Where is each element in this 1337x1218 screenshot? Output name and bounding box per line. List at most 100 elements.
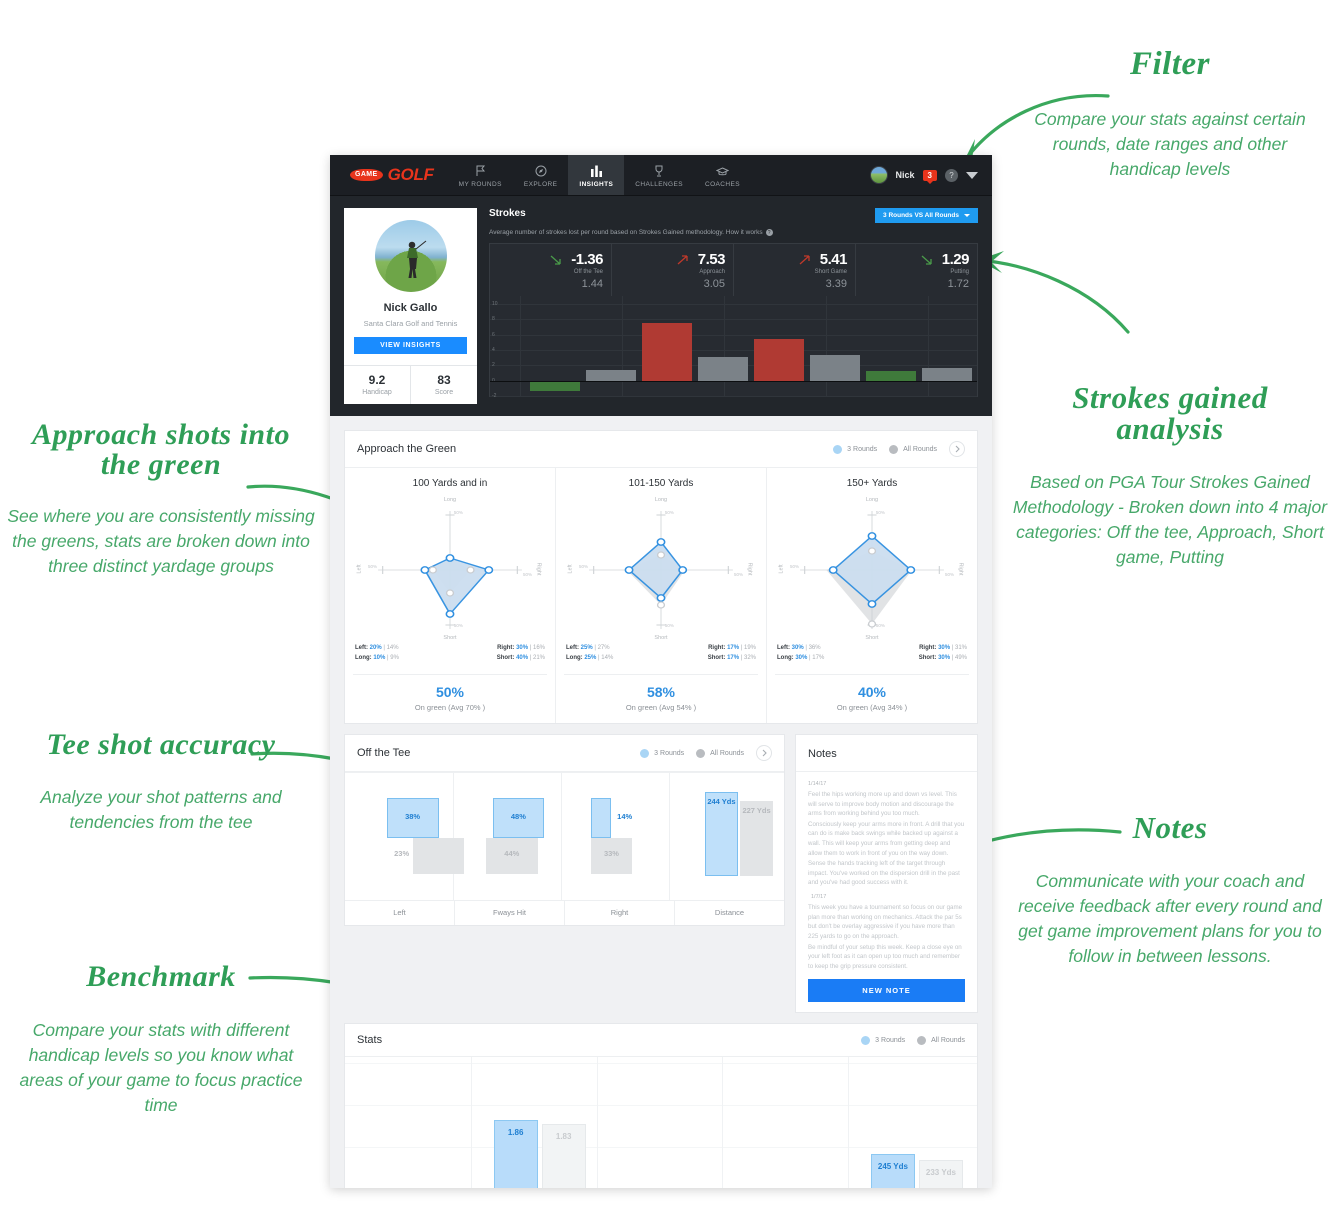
- annotation-approach-shots: Approach shots into the green See where …: [0, 420, 322, 579]
- radar-tick-bottom: 50%: [664, 623, 674, 628]
- stat-sep: |: [740, 655, 743, 661]
- approach-column-title: 150+ Yards: [846, 478, 898, 489]
- radar-label-short: Short: [654, 635, 668, 641]
- ott-bar-left-3rounds-label: 38%: [405, 812, 421, 821]
- stat-value-all: 36%: [808, 645, 821, 651]
- notification-badge[interactable]: 3: [922, 169, 937, 184]
- approach-stats-right-col: Right: 30% | 16% Short: 40% | 21%: [497, 645, 545, 665]
- nav-user-name[interactable]: Nick: [896, 170, 915, 180]
- ott-bar-distance-all-label: 227 Yds: [742, 806, 771, 815]
- help-icon[interactable]: ?: [945, 168, 958, 182]
- info-icon[interactable]: ?: [765, 229, 773, 236]
- nav-item-insights[interactable]: INSIGHTS: [568, 155, 625, 195]
- chevron-right-icon: [955, 445, 960, 453]
- approach-stat-right: Right: 17% | 19%: [708, 645, 756, 651]
- rounds-filter-button[interactable]: 3 Rounds VS All Rounds: [875, 208, 978, 223]
- legend-label: All Rounds: [931, 1036, 965, 1044]
- profile-stat-handicap-label: Handicap: [362, 389, 392, 396]
- stat-sep: |: [951, 655, 954, 661]
- trend-down-icon: [921, 255, 932, 265]
- stat-label: Right:: [919, 645, 937, 651]
- off-the-tee-axis: Left Fways Hit Right Distance: [345, 900, 784, 925]
- profile-club: Santa Clara Golf and Tennis: [363, 319, 458, 328]
- legend-dot-blue-icon: [861, 1035, 871, 1045]
- stat-value-all: 17%: [812, 655, 825, 661]
- nav-item-challenges[interactable]: CHALLENGES: [624, 155, 694, 195]
- brand-logo[interactable]: GAME GOLF: [330, 155, 448, 195]
- stats-bar-driver-distance-3rounds-label: 245 Yds: [877, 1162, 908, 1172]
- chevron-down-icon[interactable]: [966, 171, 978, 179]
- off-the-tee-legend: 3 Rounds All Rounds: [640, 745, 772, 761]
- approach-stat-short: Short: 40% | 21%: [497, 655, 545, 661]
- off-the-tee-axis-right: Right: [564, 901, 674, 925]
- note-date: 1/14/17: [808, 781, 827, 787]
- approach-next-button[interactable]: [949, 441, 965, 457]
- new-note-button[interactable]: NEW NOTE: [808, 979, 965, 1003]
- brand-game-badge: GAME: [350, 169, 383, 181]
- stat-sep: |: [594, 645, 596, 651]
- strokes-gained-cards: -1.36 Off the Tee 1.44 7.53 Approach 3.0…: [490, 244, 977, 296]
- annotation-strokes-gained-title: Strokes gained analysis: [1072, 380, 1268, 446]
- bar-chart-icon: [590, 165, 603, 178]
- nav-item-coaches[interactable]: COACHES: [694, 155, 751, 195]
- radar-svg: [589, 511, 733, 629]
- radar-label-right: Right: [535, 562, 542, 576]
- ott-bar-right-3rounds-label: 14%: [617, 812, 633, 821]
- off-the-tee-header: Off the Tee 3 Rounds All Rounds: [345, 735, 784, 772]
- annotation-strokes-gained: Strokes gained analysis Based on PGA Tou…: [1003, 382, 1337, 569]
- stat-value-all: 49%: [954, 655, 967, 661]
- off-the-tee-card: Off the Tee 3 Rounds All Rounds 38% 23% …: [344, 734, 785, 926]
- approach-footer-150-plus: 40% On green (Avg 34% ): [775, 674, 969, 723]
- stat-label: Left:: [355, 645, 368, 651]
- annotation-notes-title: Notes: [1132, 810, 1208, 845]
- legend-item-3-rounds: 3 Rounds: [861, 1035, 905, 1045]
- stat-value-3rounds: 25%: [584, 655, 597, 661]
- stat-sep: |: [529, 655, 532, 661]
- profile-stat-handicap: 9.2 Handicap: [344, 366, 410, 404]
- nav-right-cluster: Nick 3 ?: [869, 155, 992, 195]
- profile-card: Nick Gallo Santa Clara Golf and Tennis V…: [344, 208, 477, 404]
- stat-label: Short:: [496, 655, 515, 661]
- nav-item-explore[interactable]: EXPLORE: [513, 155, 569, 195]
- approach-footer-100-and-in: 50% On green (Avg 70% ): [353, 674, 547, 723]
- strokes-title: Strokes: [489, 208, 526, 219]
- strokes-gained-plot: 10 8 6 4 2 0 -2: [490, 296, 977, 399]
- stats-bar-putts-3rounds-label: 1.86: [507, 1128, 524, 1138]
- notes-body: 1/14/17 Feel the hips working more up an…: [796, 772, 977, 1012]
- avatar[interactable]: [869, 166, 888, 184]
- stat-value-3rounds: 30%: [516, 645, 529, 651]
- trophy-icon: [653, 165, 665, 178]
- rounds-filter-label: 3 Rounds VS All Rounds: [883, 212, 959, 219]
- radar-chart-101-150: Long Short Left Right 50% 50% 50% 50%: [564, 493, 758, 645]
- strokes-card-label: Putting: [950, 269, 969, 275]
- stats-bar-driver-distance-all-label: 233 Yds: [925, 1168, 957, 1178]
- note-paragraph: Feel the hips working more up and down v…: [808, 791, 957, 818]
- stat-value-3rounds: 17%: [727, 655, 740, 661]
- notes-card: Notes 1/14/17 Feel the hips working more…: [795, 734, 978, 1014]
- off-the-tee-title: Off the Tee: [357, 747, 411, 759]
- note-paragraph: Sense the hands tracking left of the tar…: [808, 860, 960, 887]
- off-the-tee-next-button[interactable]: [756, 745, 772, 761]
- stats-plot: 46% 44% 1.86 1.83 0% 22% 17% 24%: [345, 1057, 977, 1188]
- profile-stats: 9.2 Handicap 83 Score: [344, 365, 477, 404]
- view-insights-button[interactable]: VIEW INSIGHTS: [354, 337, 467, 354]
- stat-value-all: 19%: [743, 645, 756, 651]
- profile-stat-handicap-value: 9.2: [368, 373, 386, 387]
- strokes-subtitle: Average number of strokes lost per round…: [489, 229, 763, 236]
- strokes-card-off-the-tee: -1.36 Off the Tee 1.44: [490, 244, 611, 296]
- bar-putting-3rounds: [866, 370, 916, 381]
- nav-item-my-rounds[interactable]: MY ROUNDS: [448, 155, 513, 195]
- radar-label-left: Left: [567, 564, 574, 574]
- approach-stats-right-col: Right: 30% | 31% Short: 30% | 49%: [919, 645, 967, 665]
- approach-stat-left: Left: 30% | 36%: [777, 645, 824, 651]
- approach-column-100-and-in: 100 Yards and in Long Short Left Right 5…: [345, 468, 555, 723]
- nav-item-insights-label: INSIGHTS: [579, 180, 614, 188]
- approach-stats-101-150: Left: 25% | 27% Long: 25% | 14% Right: 1…: [564, 645, 758, 674]
- strokes-card-value: -1.36: [571, 251, 603, 268]
- radar-label-long: Long: [865, 497, 879, 503]
- approach-column-title: 100 Yards and in: [412, 478, 488, 489]
- radar-tick-right: 50%: [522, 572, 532, 578]
- stat-sep: |: [951, 645, 954, 651]
- strokes-card-avg: 3.39: [825, 278, 847, 290]
- strokes-panel: Strokes 3 Rounds VS All Rounds Average n…: [489, 208, 978, 404]
